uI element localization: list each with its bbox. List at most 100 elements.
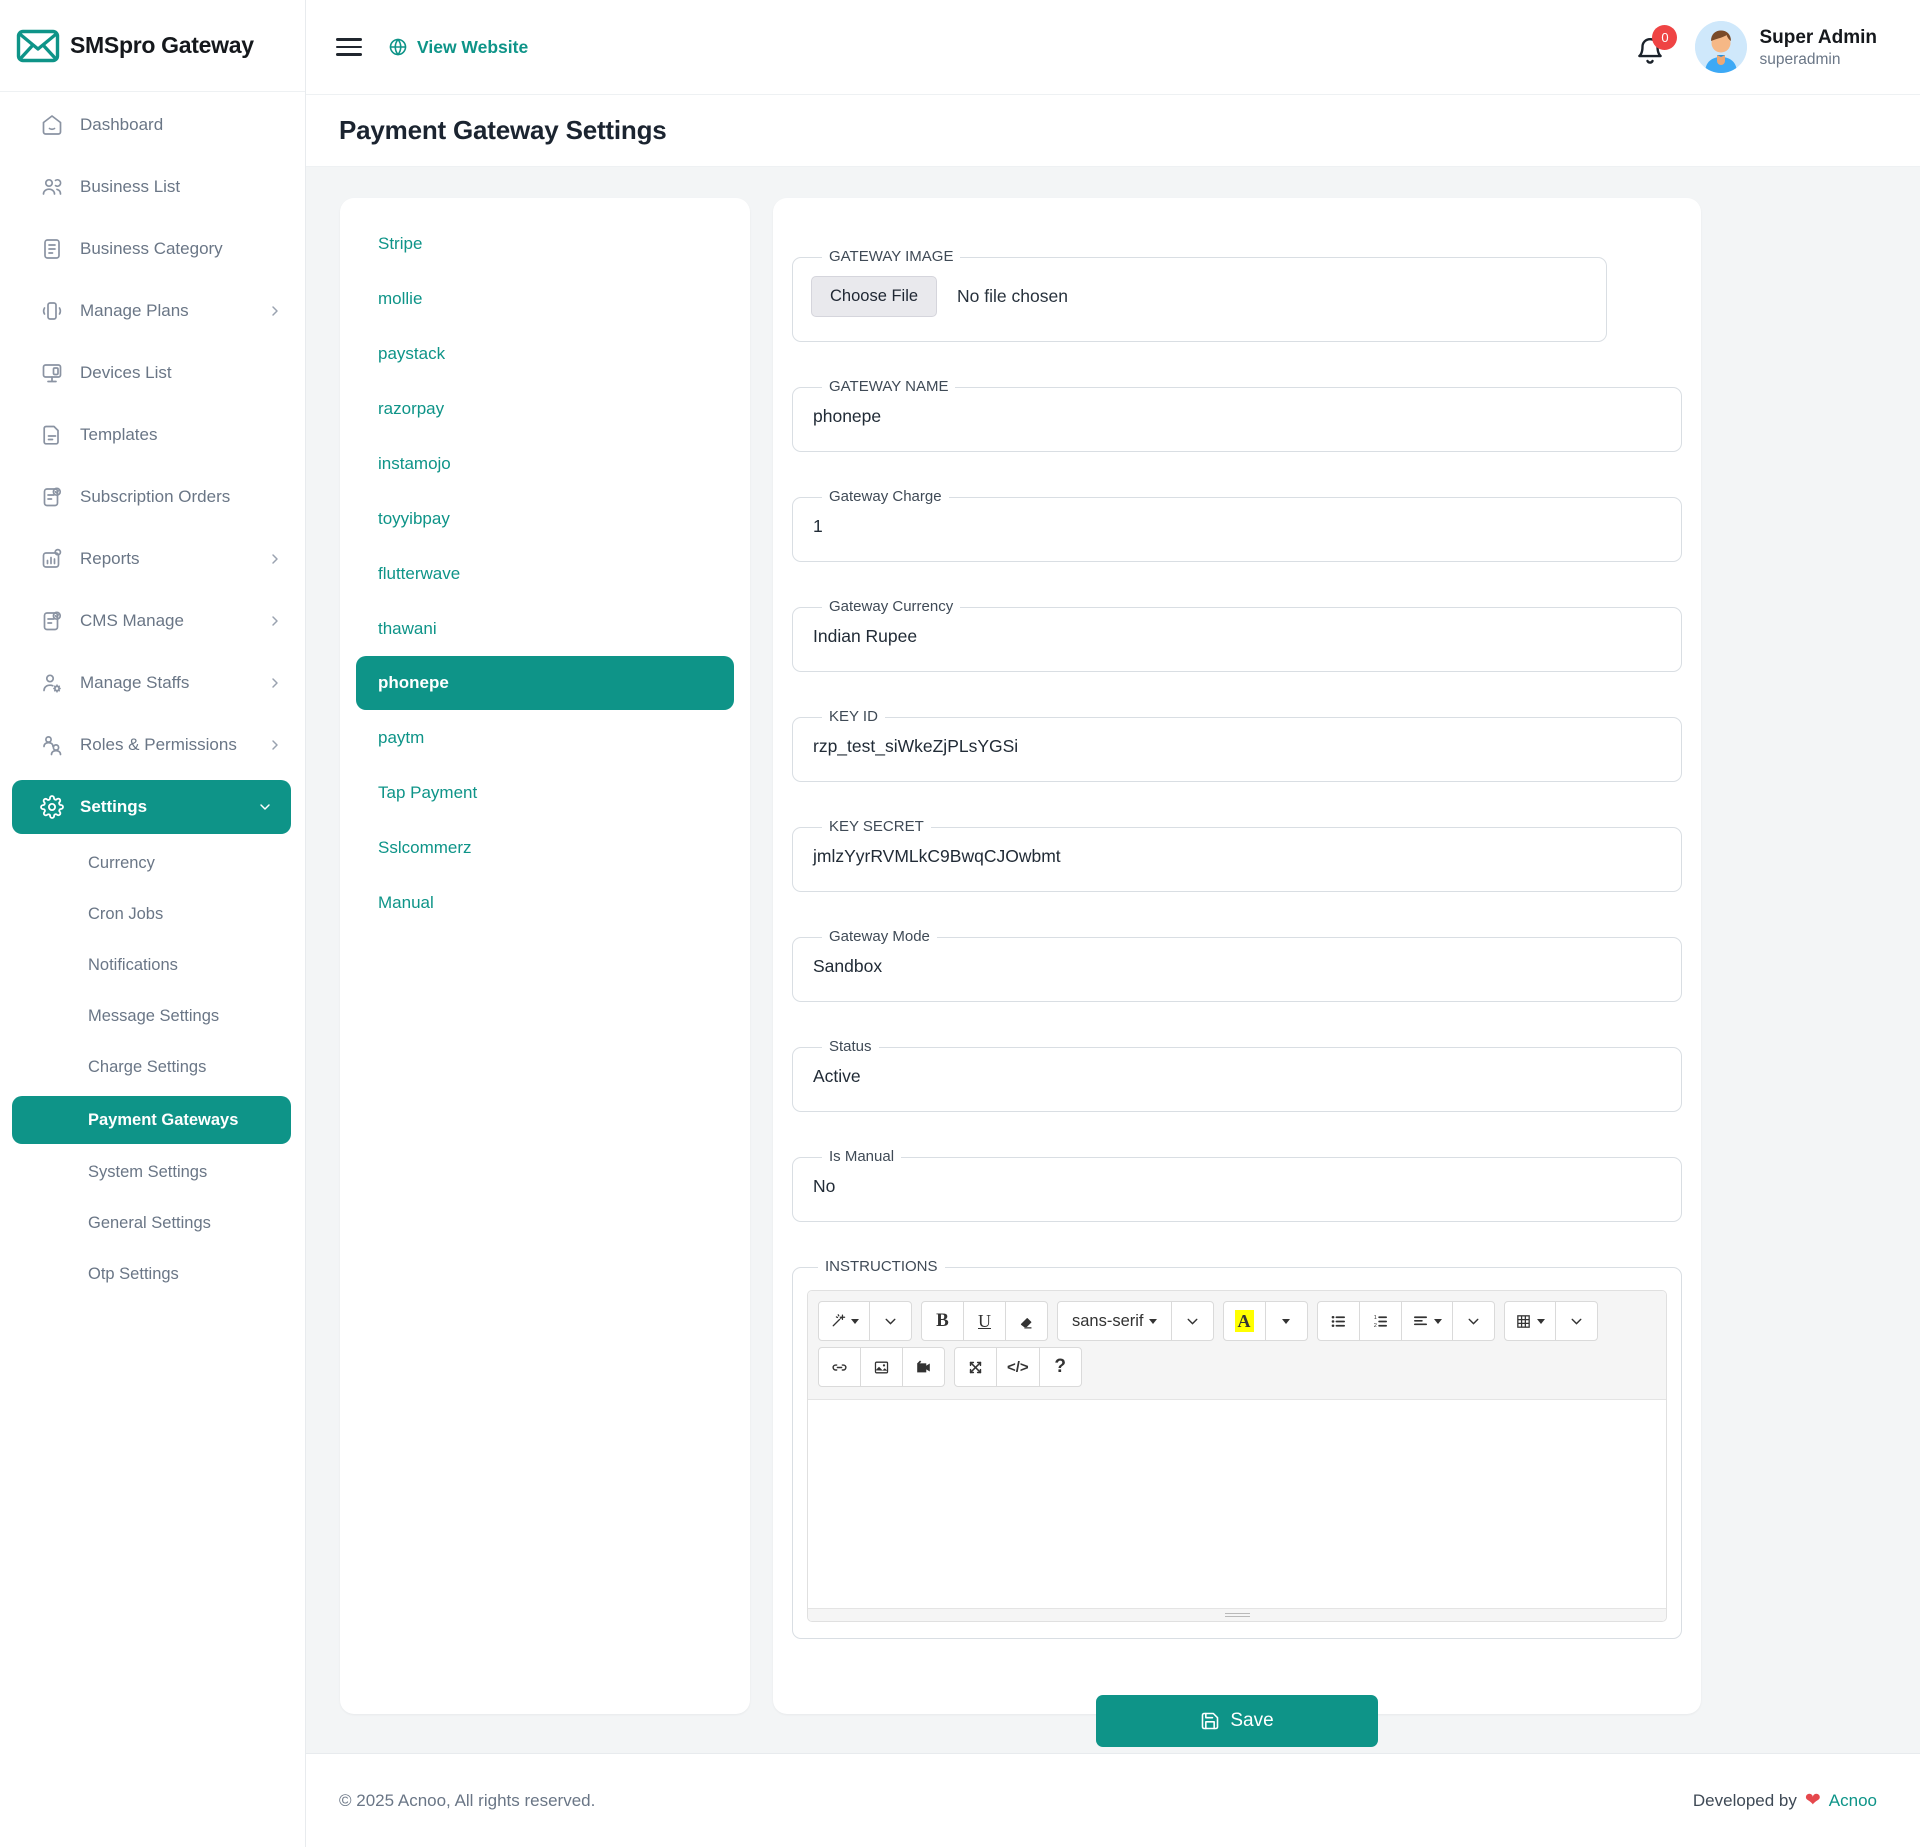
sidebar-item-templates[interactable]: Templates xyxy=(0,404,305,466)
key-secret-input[interactable]: jmlzYyrRVMLkC9BwqCJOwbmt xyxy=(811,846,1663,867)
insert-link-button[interactable] xyxy=(818,1347,861,1387)
field-gateway-currency: Gateway Currency Indian Rupee xyxy=(792,596,1682,672)
sidebar-item-label: Business Category xyxy=(80,239,223,259)
sidebar-item-reports[interactable]: Reports xyxy=(0,528,305,590)
gateway-item-thawani[interactable]: thawani xyxy=(340,601,750,656)
footer: © 2025 Acnoo, All rights reserved. Devel… xyxy=(306,1753,1920,1847)
sidebar-item-manage-staffs[interactable]: Manage Staffs xyxy=(0,652,305,714)
paragraph-align-button[interactable] xyxy=(1401,1301,1453,1341)
sidebar-item-settings[interactable]: Settings xyxy=(12,780,291,834)
monitor-icon xyxy=(40,361,64,385)
resize-grip-icon xyxy=(1225,1611,1250,1619)
sidebar-item-subscription-orders[interactable]: Subscription Orders xyxy=(0,466,305,528)
file-icon xyxy=(40,423,64,447)
gateway-item-toyyibpay[interactable]: toyyibpay xyxy=(340,491,750,546)
gateway-item-mollie[interactable]: mollie xyxy=(340,271,750,326)
magic-wand-icon xyxy=(829,1313,846,1330)
sidebar-subitem-payment-gateways[interactable]: Payment Gateways xyxy=(12,1096,291,1144)
paragraph-chevron-button[interactable] xyxy=(1452,1301,1495,1341)
insert-image-button[interactable] xyxy=(860,1347,903,1387)
bold-button[interactable]: B xyxy=(921,1301,964,1341)
magic-style-button[interactable] xyxy=(818,1301,870,1341)
gateway-item-paytm[interactable]: paytm xyxy=(340,710,750,765)
field-label-status: Status xyxy=(822,1036,879,1058)
status-select[interactable]: Active xyxy=(811,1066,1663,1087)
sidebar-subitem-notifications[interactable]: Notifications xyxy=(0,940,305,991)
brand-logo[interactable]: SMSpro Gateway xyxy=(0,0,305,92)
sidebar-subitem-cron-jobs[interactable]: Cron Jobs xyxy=(0,889,305,940)
instructions-editor-area[interactable] xyxy=(808,1400,1666,1608)
table-chevron-button[interactable] xyxy=(1555,1301,1598,1341)
sidebar-subitem-system-settings[interactable]: System Settings xyxy=(0,1147,305,1198)
font-color-button[interactable]: A xyxy=(1223,1301,1266,1341)
file-chosen-status: No file chosen xyxy=(957,286,1068,307)
is-manual-select[interactable]: No xyxy=(811,1176,1663,1197)
gateway-item-razorpay[interactable]: razorpay xyxy=(340,381,750,436)
table-icon xyxy=(1515,1313,1532,1330)
clear-format-button[interactable] xyxy=(1005,1301,1048,1341)
sidebar-subitem-currency[interactable]: Currency xyxy=(0,838,305,889)
sidebar-item-business-list[interactable]: Business List xyxy=(0,156,305,218)
fullscreen-button[interactable] xyxy=(954,1347,997,1387)
table-button[interactable] xyxy=(1504,1301,1556,1341)
insert-video-button[interactable] xyxy=(902,1347,945,1387)
field-gateway-mode: Gateway Mode Sandbox xyxy=(792,926,1682,1002)
font-family-button[interactable]: sans-serif xyxy=(1057,1301,1172,1341)
editor-resize-handle[interactable] xyxy=(808,1608,1666,1621)
code-view-button[interactable]: </> xyxy=(996,1347,1040,1387)
sidebar-subitem-label: Notifications xyxy=(88,956,178,975)
sidebar-item-business-category[interactable]: Business Category xyxy=(0,218,305,280)
view-website-link[interactable]: View Website xyxy=(388,37,528,58)
sidebar-item-devices-list[interactable]: Devices List xyxy=(0,342,305,404)
notifications-button[interactable]: 0 xyxy=(1635,27,1669,67)
gateway-item-sslcommerz[interactable]: Sslcommerz xyxy=(340,820,750,875)
sidebar-item-label: Settings xyxy=(80,797,147,817)
chevron-right-icon xyxy=(267,675,283,691)
choose-file-button[interactable]: Choose File xyxy=(811,276,937,317)
avatar[interactable] xyxy=(1695,21,1747,73)
gateway-item-manual[interactable]: Manual xyxy=(340,875,750,930)
gateway-charge-input[interactable]: 1 xyxy=(811,516,1663,537)
sidebar-subitem-otp-settings[interactable]: Otp Settings xyxy=(0,1249,305,1300)
avatar-illustration xyxy=(1695,21,1747,73)
app-root: SMSpro Gateway Dashboard Business List B… xyxy=(0,0,1920,1847)
gateway-item-instamojo[interactable]: instamojo xyxy=(340,436,750,491)
gateway-currency-select[interactable]: Indian Rupee xyxy=(811,626,1663,647)
hamburger-menu-icon[interactable] xyxy=(336,33,362,62)
sidebar-item-roles-permissions[interactable]: Roles & Permissions xyxy=(0,714,305,776)
sidebar-item-label: Manage Staffs xyxy=(80,673,189,693)
gateway-item-phonepe-active[interactable]: phonepe xyxy=(356,656,734,710)
gateway-item-flutterwave[interactable]: flutterwave xyxy=(340,546,750,601)
sidebar-item-dashboard[interactable]: Dashboard xyxy=(0,94,305,156)
gateway-name-input[interactable]: phonepe xyxy=(811,406,1663,427)
font-family-chevron-button[interactable] xyxy=(1171,1301,1214,1341)
style-chevron-button[interactable] xyxy=(869,1301,912,1341)
svg-text:2: 2 xyxy=(1373,1323,1376,1329)
bullet-list-icon xyxy=(1330,1313,1347,1330)
sidebar-subitem-message-settings[interactable]: Message Settings xyxy=(0,991,305,1042)
sidebar-subitem-charge-settings[interactable]: Charge Settings xyxy=(0,1042,305,1093)
underline-button[interactable]: U xyxy=(963,1301,1006,1341)
field-label-gateway-name: GATEWAY NAME xyxy=(822,376,955,398)
developer-brand-link[interactable]: Acnoo xyxy=(1829,1791,1877,1811)
color-letter: A xyxy=(1235,1310,1254,1332)
sidebar-item-cms-manage[interactable]: CMS Manage xyxy=(0,590,305,652)
user-meta[interactable]: Super Admin superadmin xyxy=(1759,25,1877,69)
sidebar-subitem-label: System Settings xyxy=(88,1163,207,1182)
unordered-list-button[interactable] xyxy=(1317,1301,1360,1341)
gateway-mode-select[interactable]: Sandbox xyxy=(811,956,1663,977)
user-name: Super Admin xyxy=(1759,25,1877,51)
help-button[interactable]: ? xyxy=(1039,1347,1082,1387)
save-button[interactable]: Save xyxy=(1096,1695,1378,1747)
key-id-input[interactable]: rzp_test_siWkeZjPLsYGSi xyxy=(811,736,1663,757)
gateway-item-paystack[interactable]: paystack xyxy=(340,326,750,381)
field-is-manual: Is Manual No xyxy=(792,1146,1682,1222)
sidebar-item-label: Manage Plans xyxy=(80,301,189,321)
ordered-list-button[interactable]: 12 xyxy=(1359,1301,1402,1341)
sidebar-subitem-general-settings[interactable]: General Settings xyxy=(0,1198,305,1249)
gateway-item-tap-payment[interactable]: Tap Payment xyxy=(340,765,750,820)
sidebar-item-manage-plans[interactable]: Manage Plans xyxy=(0,280,305,342)
help-label: ? xyxy=(1054,1356,1066,1378)
font-color-caret-button[interactable] xyxy=(1265,1301,1308,1341)
gateway-item-stripe[interactable]: Stripe xyxy=(340,216,750,271)
